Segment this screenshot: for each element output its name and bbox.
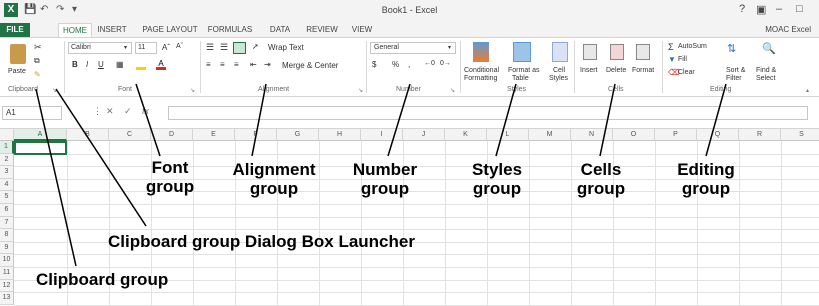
callout-leader-lines: [35, 83, 727, 267]
styles-group-callout: Styles group: [471, 160, 523, 198]
clipboard-leader-line: [35, 88, 77, 267]
cells-group-callout: Cells group: [576, 160, 626, 198]
cells-leader-line: [599, 83, 616, 157]
launcher-leader-line: [55, 88, 147, 227]
editing-leader-line: [705, 83, 727, 157]
dialog-launcher-callout: Clipboard group Dialog Box Launcher: [108, 232, 415, 251]
number-group-callout: Number group: [352, 160, 418, 198]
font-group-callout: Font group: [145, 158, 195, 196]
font-leader-line: [135, 83, 161, 157]
clipboard-group-callout: Clipboard group: [36, 270, 169, 289]
number-leader-line: [387, 83, 411, 157]
editing-group-callout: Editing group: [677, 160, 735, 198]
alignment-leader-line: [251, 83, 267, 157]
alignment-group-callout: Alignment group: [232, 160, 316, 198]
excel-screenshot: X 💾 ↶ ↷ ▾ Book1 - Excel ? ▣ – □ FILE HOM…: [0, 0, 819, 306]
styles-leader-line: [495, 83, 517, 157]
